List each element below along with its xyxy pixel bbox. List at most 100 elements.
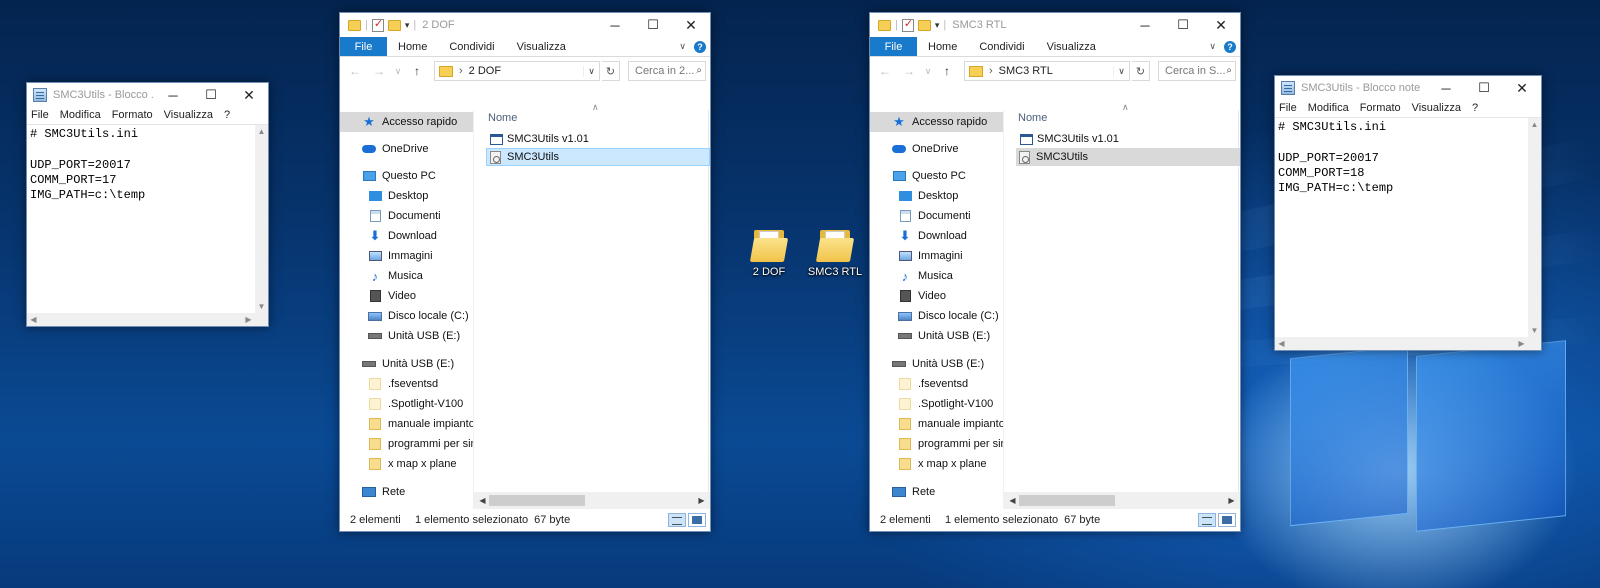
maximize-icon[interactable]: ☐ — [634, 13, 672, 37]
column-header-nome[interactable]: Nome — [488, 112, 517, 124]
minimize-icon[interactable]: ─ — [596, 13, 634, 37]
scroll-up-icon[interactable]: ▲ — [1528, 118, 1541, 131]
scroll-left-icon[interactable]: ◀ — [1275, 337, 1288, 350]
file-row[interactable]: SMC3Utils v1.01 — [1018, 130, 1240, 148]
menu-file[interactable]: File — [1279, 102, 1297, 114]
nav-item-spotlight[interactable]: .Spotlight-V100 — [870, 394, 1003, 414]
tab-file[interactable]: File — [870, 37, 917, 56]
navigation-pane[interactable]: ★ Accesso rapido OneDrive Questo PC Deskt… — [340, 110, 474, 509]
nav-item-programmi[interactable]: programmi per simu — [340, 434, 473, 454]
menu-help[interactable]: ? — [1472, 102, 1478, 114]
file-list[interactable]: ∧ Nome SMC3Utils v1.01 SMC3Utils — [1004, 102, 1240, 509]
large-icons-view-icon[interactable] — [688, 513, 706, 527]
customize-dropdown-icon[interactable]: ▾ — [935, 20, 940, 31]
back-arrow-icon[interactable]: ← — [874, 64, 896, 78]
scroll-right-icon[interactable]: ▶ — [695, 494, 708, 507]
explorer-titlebar[interactable]: | ▾ | 2 DOF ─ ☐ ✕ — [340, 13, 710, 37]
scroll-left-icon[interactable]: ◀ — [1006, 494, 1019, 507]
scroll-right-icon[interactable]: ▶ — [1515, 337, 1528, 350]
scrollbar-thumb[interactable] — [1019, 495, 1115, 506]
properties-icon[interactable] — [371, 17, 384, 32]
forward-arrow-icon[interactable]: → — [368, 64, 390, 78]
close-icon[interactable]: ✕ — [1503, 76, 1541, 100]
nav-item-fseventsd[interactable]: .fseventsd — [870, 374, 1003, 394]
horizontal-scrollbar[interactable]: ◀ ▶ — [27, 313, 255, 326]
search-input[interactable]: Cerca in 2... ⌕ — [628, 61, 706, 81]
new-folder-icon[interactable] — [917, 19, 931, 31]
close-icon[interactable]: ✕ — [1202, 13, 1240, 37]
nav-item-video[interactable]: Video — [870, 286, 1003, 306]
horizontal-scrollbar[interactable]: ◀ ▶ — [474, 492, 710, 509]
nav-item-xmap[interactable]: x map x plane — [340, 454, 473, 474]
nav-item-xmap[interactable]: x map x plane — [870, 454, 1003, 474]
address-dropdown-icon[interactable]: ∨ — [583, 65, 599, 77]
nav-item-musica[interactable]: ♪ Musica — [870, 266, 1003, 286]
scroll-down-icon[interactable]: ▼ — [1528, 324, 1541, 337]
tab-condividi[interactable]: Condividi — [438, 37, 505, 56]
nav-item-immagini[interactable]: Immagini — [340, 246, 473, 266]
refresh-icon[interactable]: ↻ — [602, 61, 620, 81]
scroll-right-icon[interactable]: ▶ — [1225, 494, 1238, 507]
text-editor[interactable]: # SMC3Utils.ini​UDP_PORT=20017COMM_PORT=… — [27, 124, 268, 326]
desktop-folder-2dof[interactable]: 2 DOF — [734, 228, 804, 278]
vertical-scrollbar[interactable]: ▲ ▼ — [1528, 118, 1541, 337]
nav-item-disco-locale[interactable]: Disco locale (C:) — [340, 306, 473, 326]
nav-item-video[interactable]: Video — [340, 286, 473, 306]
editor-text[interactable]: # SMC3Utils.ini​UDP_PORT=20017COMM_PORT=… — [1278, 120, 1393, 196]
address-text[interactable]: 2 DOF — [469, 65, 577, 77]
minimize-icon[interactable]: ─ — [154, 83, 192, 107]
address-bar[interactable]: › SMC3 RTL ∨ — [964, 61, 1130, 81]
text-editor[interactable]: # SMC3Utils.ini​UDP_PORT=20017COMM_PORT=… — [1275, 117, 1541, 350]
file-row-selected[interactable]: SMC3Utils — [486, 148, 710, 166]
column-divider[interactable] — [1238, 110, 1239, 509]
expand-ribbon-icon[interactable]: ∨ — [1209, 41, 1216, 52]
customize-dropdown-icon[interactable]: ▾ — [405, 20, 410, 31]
menu-modifica[interactable]: Modifica — [1308, 102, 1349, 114]
nav-item-immagini[interactable]: Immagini — [870, 246, 1003, 266]
address-text[interactable]: SMC3 RTL — [999, 65, 1107, 77]
tab-home[interactable]: Home — [917, 37, 968, 56]
recent-dropdown-icon[interactable]: ∨ — [392, 66, 404, 77]
nav-item-questo-pc[interactable]: Questo PC — [340, 166, 473, 186]
nav-item-fseventsd[interactable]: .fseventsd — [340, 374, 473, 394]
nav-item-rete[interactable]: Rete — [340, 482, 473, 502]
nav-item-manuale[interactable]: manuale impianto s — [870, 414, 1003, 434]
close-icon[interactable]: ✕ — [230, 83, 268, 107]
menu-modifica[interactable]: Modifica — [60, 109, 101, 121]
properties-icon[interactable] — [901, 17, 914, 32]
search-input[interactable]: Cerca in S... ⌕ — [1158, 61, 1236, 81]
horizontal-scrollbar[interactable]: ◀ ▶ — [1004, 492, 1240, 509]
desktop-folder-smc3rtl[interactable]: SMC3 RTL — [800, 228, 870, 278]
maximize-icon[interactable]: ☐ — [1465, 76, 1503, 100]
menu-formato[interactable]: Formato — [112, 109, 153, 121]
column-header-nome[interactable]: Nome — [1018, 112, 1047, 124]
help-icon[interactable]: ? — [694, 40, 706, 53]
tab-condividi[interactable]: Condividi — [968, 37, 1035, 56]
menu-formato[interactable]: Formato — [1360, 102, 1401, 114]
new-folder-icon[interactable] — [387, 19, 401, 31]
nav-item-questo-pc[interactable]: Questo PC — [870, 166, 1003, 186]
nav-item-onedrive[interactable]: OneDrive — [340, 139, 473, 159]
file-row[interactable]: SMC3Utils v1.01 — [488, 130, 710, 148]
nav-item-download[interactable]: ⬇ Download — [340, 226, 473, 246]
file-list[interactable]: ∧ Nome SMC3Utils v1.01 SMC3Utils — [474, 102, 710, 509]
nav-item-disco-locale[interactable]: Disco locale (C:) — [870, 306, 1003, 326]
scroll-up-icon[interactable]: ▲ — [255, 125, 268, 138]
tab-file[interactable]: File — [340, 37, 387, 56]
details-view-icon[interactable] — [1198, 513, 1216, 527]
horizontal-scrollbar[interactable]: ◀ ▶ — [1275, 337, 1528, 350]
resize-grip[interactable] — [255, 313, 268, 326]
minimize-icon[interactable]: ─ — [1427, 76, 1465, 100]
notepad-titlebar[interactable]: SMC3Utils - Blocco note ─ ☐ ✕ — [1275, 76, 1541, 100]
tab-home[interactable]: Home — [387, 37, 438, 56]
nav-item-programmi[interactable]: programmi per simu — [870, 434, 1003, 454]
scroll-right-icon[interactable]: ▶ — [242, 313, 255, 326]
scroll-left-icon[interactable]: ◀ — [27, 313, 40, 326]
nav-item-unita-usb-root[interactable]: Unità USB (E:) — [340, 354, 473, 374]
help-icon[interactable]: ? — [1224, 40, 1236, 53]
details-view-icon[interactable] — [668, 513, 686, 527]
scrollbar-thumb[interactable] — [489, 495, 585, 506]
column-divider[interactable] — [708, 110, 709, 509]
nav-item-unita-usb-root[interactable]: Unità USB (E:) — [870, 354, 1003, 374]
notepad-titlebar[interactable]: SMC3Utils - Blocco ... ─ ☐ ✕ — [27, 83, 268, 107]
